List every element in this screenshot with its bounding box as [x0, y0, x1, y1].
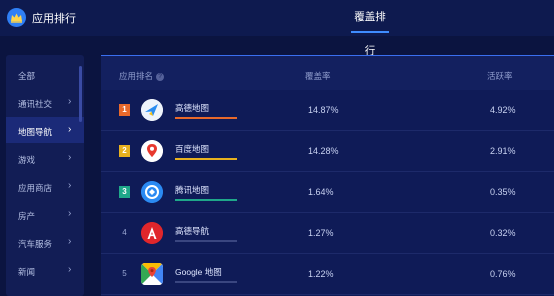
app-name: Google 地图 [175, 267, 222, 277]
sidebar-item-all[interactable]: 全部 [6, 61, 84, 87]
app-name: 腾讯地图 [175, 185, 210, 195]
active-rate-value: 0.76% [490, 269, 516, 279]
app-name: 高德地图 [175, 103, 210, 113]
top-header: 应用排行 覆盖排行 [0, 0, 554, 57]
chevron-right-icon: › [68, 236, 72, 247]
sidebar-item-label: 应用商店 [18, 183, 53, 193]
app-progress-bar [175, 199, 237, 201]
table-row[interactable]: 3 腾讯地图 1.64% 0.35% [101, 172, 554, 213]
table-row[interactable]: 1 高德地图 14.87% 4.92% [101, 90, 554, 131]
sidebar-scrollbar[interactable] [79, 66, 82, 122]
coverage-value: 1.27% [308, 228, 334, 238]
app-name: 高德导航 [175, 226, 210, 236]
chevron-right-icon: › [68, 264, 72, 275]
coverage-value: 14.28% [308, 146, 339, 156]
app-progress-bar [175, 240, 237, 242]
sidebar-item-auto-service[interactable]: 汽车服务 › [6, 229, 84, 255]
crown-icon [7, 8, 26, 27]
table-header: 应用排名? 覆盖率 活跃率 [101, 56, 554, 90]
chevron-right-icon: › [68, 152, 72, 163]
amap-navi-icon [141, 222, 163, 244]
sidebar-item-social[interactable]: 通讯社交 › [6, 89, 84, 115]
sidebar-item-label: 游戏 [18, 155, 36, 165]
sidebar-item-app-store[interactable]: 应用商店 › [6, 173, 84, 199]
rank-number: 5 [122, 269, 127, 278]
active-rate-value: 4.92% [490, 105, 516, 115]
table-row[interactable]: 2 百度地图 14.28% 2.91% [101, 131, 554, 172]
app-title: 应用排行 [32, 12, 76, 25]
header-rank: 应用排名? [119, 70, 165, 82]
app-progress-bar [175, 158, 237, 160]
sidebar-item-label: 通讯社交 [18, 99, 53, 109]
sidebar-item-label: 全部 [18, 71, 36, 81]
app-progress-bar [175, 117, 237, 119]
chevron-right-icon: › [68, 124, 72, 135]
tencent-map-icon [141, 181, 163, 203]
app-name: 百度地图 [175, 144, 210, 154]
header-rank-label: 应用排名 [119, 71, 154, 81]
table-row[interactable]: 4 高德导航 1.27% 0.32% [101, 213, 554, 254]
app-progress-bar [175, 281, 237, 283]
sidebar-item-label: 新闻 [18, 267, 36, 277]
google-maps-icon [141, 263, 163, 285]
chevron-right-icon: › [68, 180, 72, 191]
help-icon[interactable]: ? [156, 72, 165, 81]
header-coverage: 覆盖率 [305, 71, 331, 81]
sidebar-item-games[interactable]: 游戏 › [6, 145, 84, 171]
header-active-rate: 活跃率 [487, 71, 513, 81]
active-rate-value: 0.32% [490, 228, 516, 238]
baidu-map-icon [141, 140, 163, 162]
tab-active-indicator [351, 31, 389, 33]
coverage-value: 1.64% [308, 187, 334, 197]
coverage-value: 1.22% [308, 269, 334, 279]
sidebar-item-news[interactable]: 新闻 › [6, 257, 84, 283]
sidebar-item-real-estate[interactable]: 房产 › [6, 201, 84, 227]
sidebar-item-label: 汽车服务 [18, 239, 53, 249]
sidebar-item-label: 房产 [18, 211, 36, 221]
table-row[interactable]: 5 Google 地图 1.22% 0.76% [101, 254, 554, 295]
sidebar-item-label: 地图导航 [18, 127, 53, 137]
amap-icon [141, 99, 163, 121]
brand: 应用排行 [7, 8, 76, 27]
rank-number: 4 [122, 228, 127, 237]
rank-badge: 1 [119, 104, 130, 116]
active-rate-value: 0.35% [490, 187, 516, 197]
chevron-right-icon: › [68, 96, 72, 107]
category-sidebar: 全部 通讯社交 › 地图导航 › 游戏 › 应用商店 › 房产 › 汽车服务 ›… [6, 55, 84, 296]
chevron-right-icon: › [68, 208, 72, 219]
ranking-table: 应用排名? 覆盖率 活跃率 1 高德地图 14.87% 4.92% 2 百度地图… [101, 55, 554, 296]
rank-badge: 2 [119, 145, 130, 157]
active-rate-value: 2.91% [490, 146, 516, 156]
rank-badge: 3 [119, 186, 130, 198]
coverage-value: 14.87% [308, 105, 339, 115]
sidebar-item-map-navigation[interactable]: 地图导航 › [6, 117, 84, 143]
